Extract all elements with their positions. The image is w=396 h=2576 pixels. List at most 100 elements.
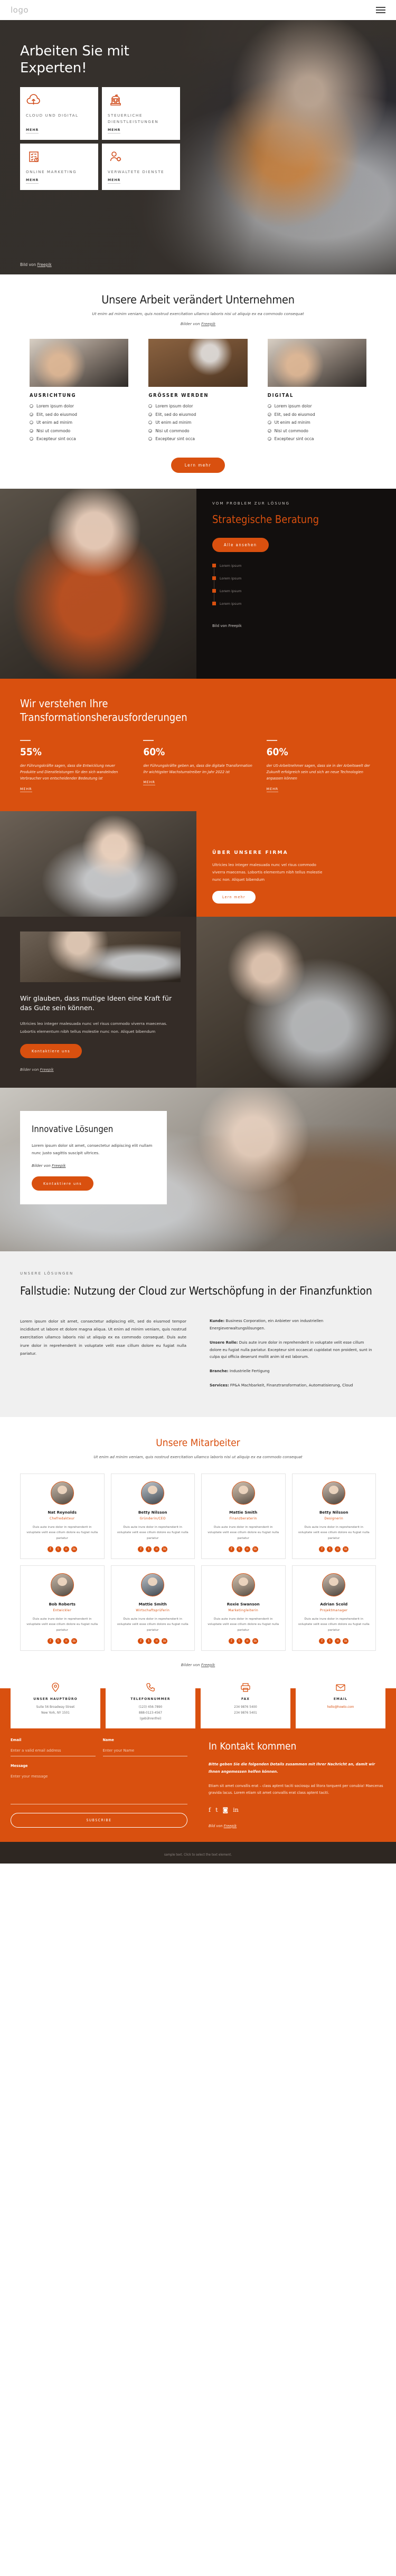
linkedin-icon[interactable]: in: [252, 1638, 258, 1644]
work-credit-link[interactable]: Freepik: [201, 321, 215, 326]
subscribe-button[interactable]: SUBSCRIBE: [11, 1813, 187, 1828]
facebook-icon[interactable]: f: [319, 1638, 325, 1644]
user-gear-icon: [108, 150, 174, 164]
innovative-credit-link[interactable]: Freepik: [52, 1163, 65, 1168]
twitter-icon[interactable]: t: [236, 1638, 242, 1644]
about-learn-more-button[interactable]: Lern mehr: [212, 890, 256, 904]
team-member-socials: f t o in: [47, 1546, 77, 1552]
list-item-label: Nisi ut commodo: [274, 428, 308, 433]
stat-more-link[interactable]: MEHR: [20, 787, 32, 792]
service-tile-more-link[interactable]: Mehr: [26, 128, 39, 134]
facebook-icon[interactable]: f: [319, 1546, 325, 1552]
twitter-icon[interactable]: t: [236, 1546, 242, 1552]
innovative-contact-button[interactable]: Kontaktiere uns: [32, 1176, 94, 1191]
facebook-icon[interactable]: f: [228, 1638, 234, 1644]
check-circle-icon: [30, 421, 33, 424]
name-input[interactable]: [102, 1747, 187, 1757]
twitter-icon[interactable]: t: [146, 1638, 152, 1644]
service-tile[interactable]: Steuerliche Dienstleistungen Mehr: [102, 87, 180, 140]
hero-credit-link[interactable]: Freepik: [37, 262, 52, 267]
footer-bar: sample text. Click to select the text el…: [0, 1841, 396, 1864]
facebook-icon[interactable]: f: [138, 1546, 144, 1552]
timeline-item: Lorem ipsum: [212, 589, 380, 593]
timeline-item: Lorem ipsum: [212, 564, 380, 568]
stat-text: der US-Arbeitnehmer sagen, dass sie in d…: [266, 764, 370, 781]
contact-info-title: EMAIL: [333, 1697, 348, 1701]
linkedin-icon[interactable]: in: [71, 1638, 77, 1644]
service-tile-title: Verwaltete Dienste: [108, 169, 165, 174]
service-tile[interactable]: Verwaltete Dienste Mehr: [102, 143, 180, 190]
team-member-card: Bob Roberts Entwickler Duis aute irure dol…: [20, 1565, 105, 1651]
service-tile-more-link[interactable]: Mehr: [108, 128, 121, 134]
twitter-icon[interactable]: t: [146, 1546, 152, 1552]
team-member-socials: f t o in: [47, 1638, 77, 1644]
avatar: [141, 1573, 165, 1596]
list-item-label: Nisi ut commodo: [155, 428, 190, 433]
case-study-details: Kunde: Business Corporation, ein Anbiete…: [210, 1317, 376, 1396]
instagram-icon[interactable]: o: [244, 1546, 250, 1552]
team-member-role: Entwickler: [53, 1609, 72, 1612]
service-tile-more-link[interactable]: Mehr: [108, 178, 121, 184]
hero-image-credit: Bild von Freepik: [20, 262, 52, 267]
facebook-icon[interactable]: f: [47, 1638, 53, 1644]
list-item-label: Excepteur sint occa: [36, 436, 76, 441]
stat-block: 55% der Führungskräfte sagen, dass die E…: [20, 739, 129, 792]
view-all-button[interactable]: Alle ansehen: [212, 537, 269, 552]
strategy-credit-link[interactable]: Freepik: [228, 624, 241, 628]
linkedin-icon[interactable]: in: [343, 1638, 349, 1644]
list-item: Lorem ipsum dolor: [267, 404, 366, 408]
service-tile[interactable]: Online Marketing Mehr: [20, 143, 98, 190]
facebook-icon[interactable]: f: [47, 1546, 53, 1552]
facebook-icon[interactable]: f: [209, 1807, 211, 1813]
service-tile[interactable]: Cloud und digital Mehr: [20, 87, 98, 140]
site-logo[interactable]: logo: [11, 5, 29, 15]
facebook-icon[interactable]: f: [138, 1638, 144, 1644]
linkedin-icon[interactable]: in: [162, 1546, 168, 1552]
contact-credit-link[interactable]: Freepik: [224, 1824, 237, 1828]
twitter-icon[interactable]: t: [327, 1546, 333, 1552]
contact-info-body: (123) 456-7890 888-0123-4567 (gebührenfr…: [138, 1705, 163, 1720]
instagram-icon[interactable]: o: [63, 1638, 69, 1644]
twitter-icon[interactable]: t: [327, 1638, 333, 1644]
stat-more-link[interactable]: MEHR: [143, 781, 155, 786]
instagram-icon[interactable]: o: [335, 1546, 341, 1552]
list-item: Elit, sed do eiusmod: [148, 412, 247, 417]
instagram-icon[interactable]: o: [154, 1638, 160, 1644]
case-detail-label: Branche:: [210, 1368, 229, 1374]
stat-more-link[interactable]: MEHR: [266, 787, 279, 792]
linkedin-icon[interactable]: in: [71, 1546, 77, 1552]
case-detail: Unsere Rolle: Duis aute irure dolor in r…: [210, 1339, 376, 1361]
contact-info-body: 234 9876 5400 234 9876 5401: [234, 1705, 257, 1715]
twitter-icon[interactable]: t: [55, 1546, 61, 1552]
linkedin-icon[interactable]: in: [233, 1807, 239, 1813]
check-circle-icon: [30, 404, 33, 408]
team-credit-link[interactable]: Freepik: [201, 1662, 215, 1667]
service-tile-more-link[interactable]: Mehr: [26, 178, 39, 184]
work-column-title: AUSRICHTUNG: [30, 393, 77, 398]
twitter-icon[interactable]: t: [215, 1807, 218, 1813]
stat-number: 60%: [143, 746, 165, 758]
learn-more-button[interactable]: Lern mehr: [171, 457, 225, 473]
instagram-icon[interactable]: o: [154, 1546, 160, 1552]
work-column-image: [30, 339, 129, 387]
email-input[interactable]: [11, 1747, 96, 1757]
linkedin-icon[interactable]: in: [252, 1546, 258, 1552]
facebook-icon[interactable]: f: [228, 1546, 234, 1552]
twitter-icon[interactable]: t: [55, 1638, 61, 1644]
believe-credit-link[interactable]: Freepik: [40, 1068, 54, 1072]
contact-us-button[interactable]: Kontaktiere uns: [20, 1044, 82, 1059]
instagram-icon[interactable]: o: [335, 1638, 341, 1644]
message-textarea[interactable]: [11, 1773, 187, 1805]
instagram-icon[interactable]: o: [244, 1638, 250, 1644]
contact-email-link[interactable]: hello@howto.com: [327, 1705, 354, 1710]
team-section: Unsere Mitarbeiter Ut enim ad minim veni…: [0, 1417, 396, 1688]
timeline-item: Lorem ipsum: [212, 602, 380, 606]
instagram-icon[interactable]: o: [63, 1546, 69, 1552]
avatar: [322, 1481, 346, 1505]
linkedin-icon[interactable]: in: [343, 1546, 349, 1552]
linkedin-icon[interactable]: in: [162, 1638, 168, 1644]
hero-title: Arbeiten Sie mit Experten!: [20, 43, 129, 76]
instagram-icon[interactable]: ◙: [223, 1807, 229, 1813]
hamburger-menu-icon[interactable]: [376, 7, 385, 13]
strategy-image: [0, 488, 196, 679]
